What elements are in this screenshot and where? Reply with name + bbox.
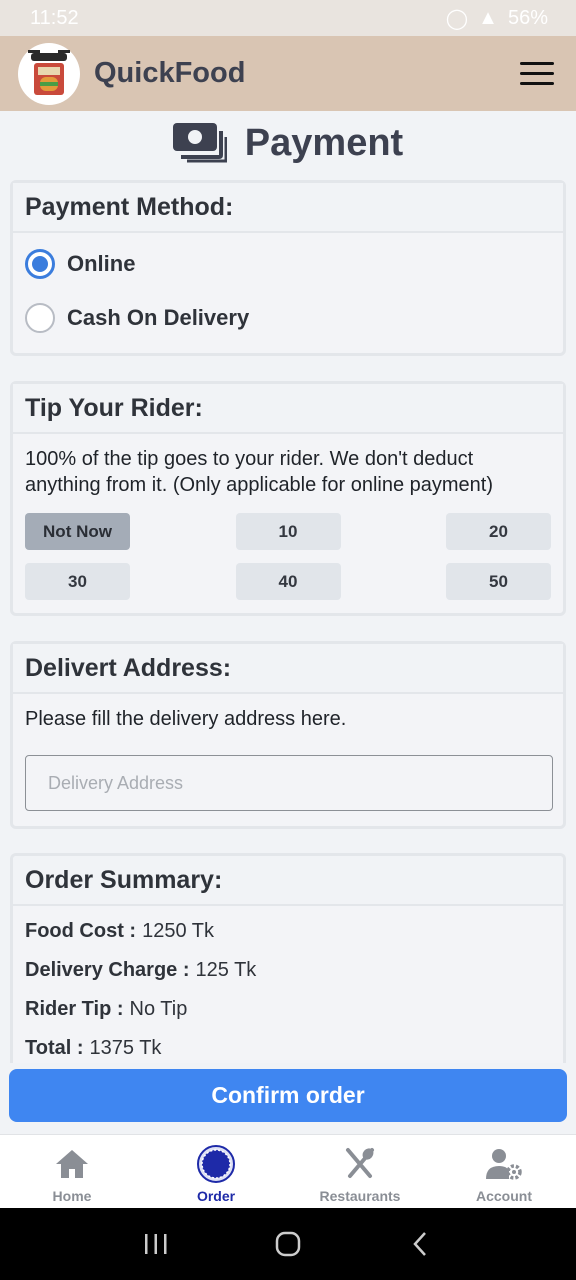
page-header: Payment [0, 116, 576, 170]
status-time: 11:52 [30, 6, 79, 29]
summary-label: Delivery Charge : [25, 959, 190, 981]
nav-account[interactable]: Account [432, 1135, 576, 1208]
nav-restaurants[interactable]: Restaurants [288, 1135, 432, 1208]
user-gear-icon [484, 1144, 524, 1184]
summary-value: No Tip [129, 998, 188, 1020]
summary-row-food-cost: Food Cost : 1250 Tk [25, 912, 551, 951]
address-heading: Delivert Address: [13, 644, 563, 694]
address-hint: Please fill the delivery address here. [25, 708, 347, 730]
utensils-icon [340, 1144, 380, 1184]
app-title: QuickFood [94, 57, 246, 89]
tip-options: Not Now 10 20 30 40 50 [25, 513, 551, 600]
tip-rider-card: Tip Your Rider: 100% of the tip goes to … [10, 381, 566, 616]
tip-description: 100% of the tip goes to your rider. We d… [25, 448, 494, 496]
nav-label: Order [196, 1188, 236, 1204]
tip-option-not-now[interactable]: Not Now [25, 513, 130, 550]
summary-value: 1375 Tk [89, 1037, 162, 1059]
tip-option-40[interactable]: 40 [235, 563, 341, 600]
status-bar: 11:52 ◯ ▲ 56% [0, 0, 576, 36]
app-bar: QuickFood [0, 36, 576, 111]
summary-row-delivery-charge: Delivery Charge : 125 Tk [25, 951, 551, 990]
radio-online[interactable]: Online [25, 237, 551, 291]
hamburger-menu-icon[interactable] [520, 62, 554, 86]
radio-online-label: Online [67, 251, 136, 276]
page-title: Payment [244, 121, 404, 164]
radio-online-circle[interactable] [25, 249, 55, 279]
radio-cash-on-delivery[interactable]: Cash On Delivery [25, 291, 551, 345]
tip-heading: Tip Your Rider: [13, 384, 563, 434]
tip-option-30[interactable]: 30 [25, 563, 130, 600]
payment-method-card: Payment Method: Online Cash On Delivery [10, 180, 566, 356]
summary-label: Food Cost : [25, 920, 137, 942]
signal-icon: ▲ [478, 6, 498, 29]
nav-label: Restaurants [319, 1188, 401, 1204]
summary-value: 125 Tk [195, 959, 257, 981]
app-logo [18, 42, 80, 105]
summary-label: Rider Tip : [25, 998, 124, 1020]
order-summary-card: Order Summary: Food Cost : 1250 Tk Deliv… [10, 853, 566, 1063]
order-icon [196, 1144, 236, 1184]
home-icon [52, 1144, 92, 1184]
system-nav-bar [0, 1208, 576, 1280]
summary-label: Total : [25, 1037, 84, 1059]
radio-cod-circle[interactable] [25, 303, 55, 333]
summary-value: 1250 Tk [142, 920, 214, 942]
nav-order[interactable]: Order [144, 1135, 288, 1208]
wifi-icon: ◯ [445, 7, 469, 30]
status-battery: 56% [507, 6, 548, 29]
bottom-nav: Home Order Restaurants Account [0, 1134, 576, 1208]
nav-home[interactable]: Home [0, 1135, 144, 1208]
delivery-address-card: Delivert Address: Please fill the delive… [10, 641, 566, 829]
tip-option-10[interactable]: 10 [235, 513, 341, 550]
food-drone-icon [28, 49, 70, 95]
tip-option-20[interactable]: 20 [446, 513, 551, 550]
summary-heading: Order Summary: [13, 856, 563, 906]
money-icon [172, 123, 227, 163]
payment-method-heading: Payment Method: [13, 183, 563, 233]
summary-row-rider-tip: Rider Tip : No Tip [25, 990, 551, 1029]
nav-label: Account [476, 1188, 532, 1204]
recent-apps-icon[interactable] [136, 1224, 176, 1264]
summary-row-total: Total : 1375 Tk [25, 1029, 551, 1063]
status-icons: ◯ ▲ 56% [446, 6, 548, 31]
back-icon[interactable] [400, 1224, 440, 1264]
confirm-order-button[interactable]: Confirm order [9, 1069, 567, 1122]
home-button-icon[interactable] [268, 1224, 308, 1264]
delivery-address-input[interactable] [25, 755, 553, 811]
tip-option-50[interactable]: 50 [446, 563, 551, 600]
radio-cod-label: Cash On Delivery [67, 305, 250, 330]
nav-label: Home [52, 1188, 92, 1204]
